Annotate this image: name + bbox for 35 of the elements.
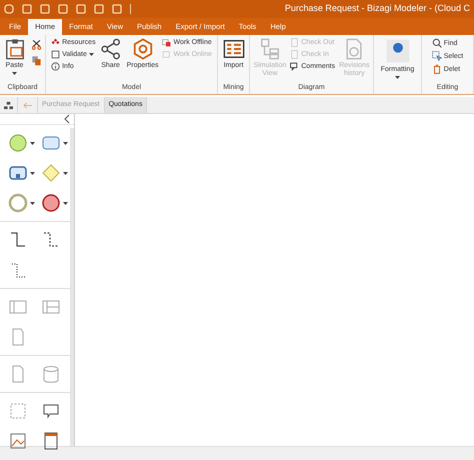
simulation-icon — [258, 38, 281, 60]
hierarchy-icon — [4, 100, 13, 110]
checkbox-icon — [51, 50, 60, 59]
start-event-icon[interactable] — [8, 133, 28, 153]
end-event-icon[interactable] — [41, 193, 61, 213]
collapse-icon[interactable] — [64, 114, 70, 124]
share-icon — [100, 38, 122, 60]
intermediate-event-icon[interactable] — [8, 193, 28, 213]
caret-icon — [63, 172, 68, 174]
caret-icon — [30, 172, 35, 174]
caret-icon — [63, 202, 68, 204]
caret-icon — [63, 142, 68, 144]
diamond-group-icon — [51, 38, 60, 47]
hexagon-gear-icon — [132, 38, 154, 60]
table-import-icon — [222, 38, 244, 60]
online-icon — [162, 50, 172, 59]
ribbon-icon-button[interactable] — [30, 38, 42, 51]
clipboard-icon — [4, 38, 26, 60]
caret-icon — [30, 142, 35, 144]
search-icon — [432, 38, 442, 48]
scissors-icon — [30, 39, 42, 50]
copy-icon — [30, 55, 42, 66]
select-icon — [432, 51, 442, 61]
offline-icon — [162, 38, 172, 47]
group-icon[interactable] — [8, 401, 28, 421]
data-store-icon[interactable] — [41, 364, 61, 384]
image-icon[interactable] — [8, 431, 28, 451]
caret-icon — [30, 202, 35, 204]
back-arrow-icon — [23, 102, 32, 108]
formatting-icon — [384, 38, 410, 64]
trash-icon — [432, 64, 442, 74]
gateway-icon[interactable] — [41, 163, 61, 183]
window-title: Purchase Request - Bizagi Modeler - (Cloud C — [284, 2, 470, 16]
comment-icon — [290, 62, 300, 71]
info-icon — [51, 62, 60, 71]
